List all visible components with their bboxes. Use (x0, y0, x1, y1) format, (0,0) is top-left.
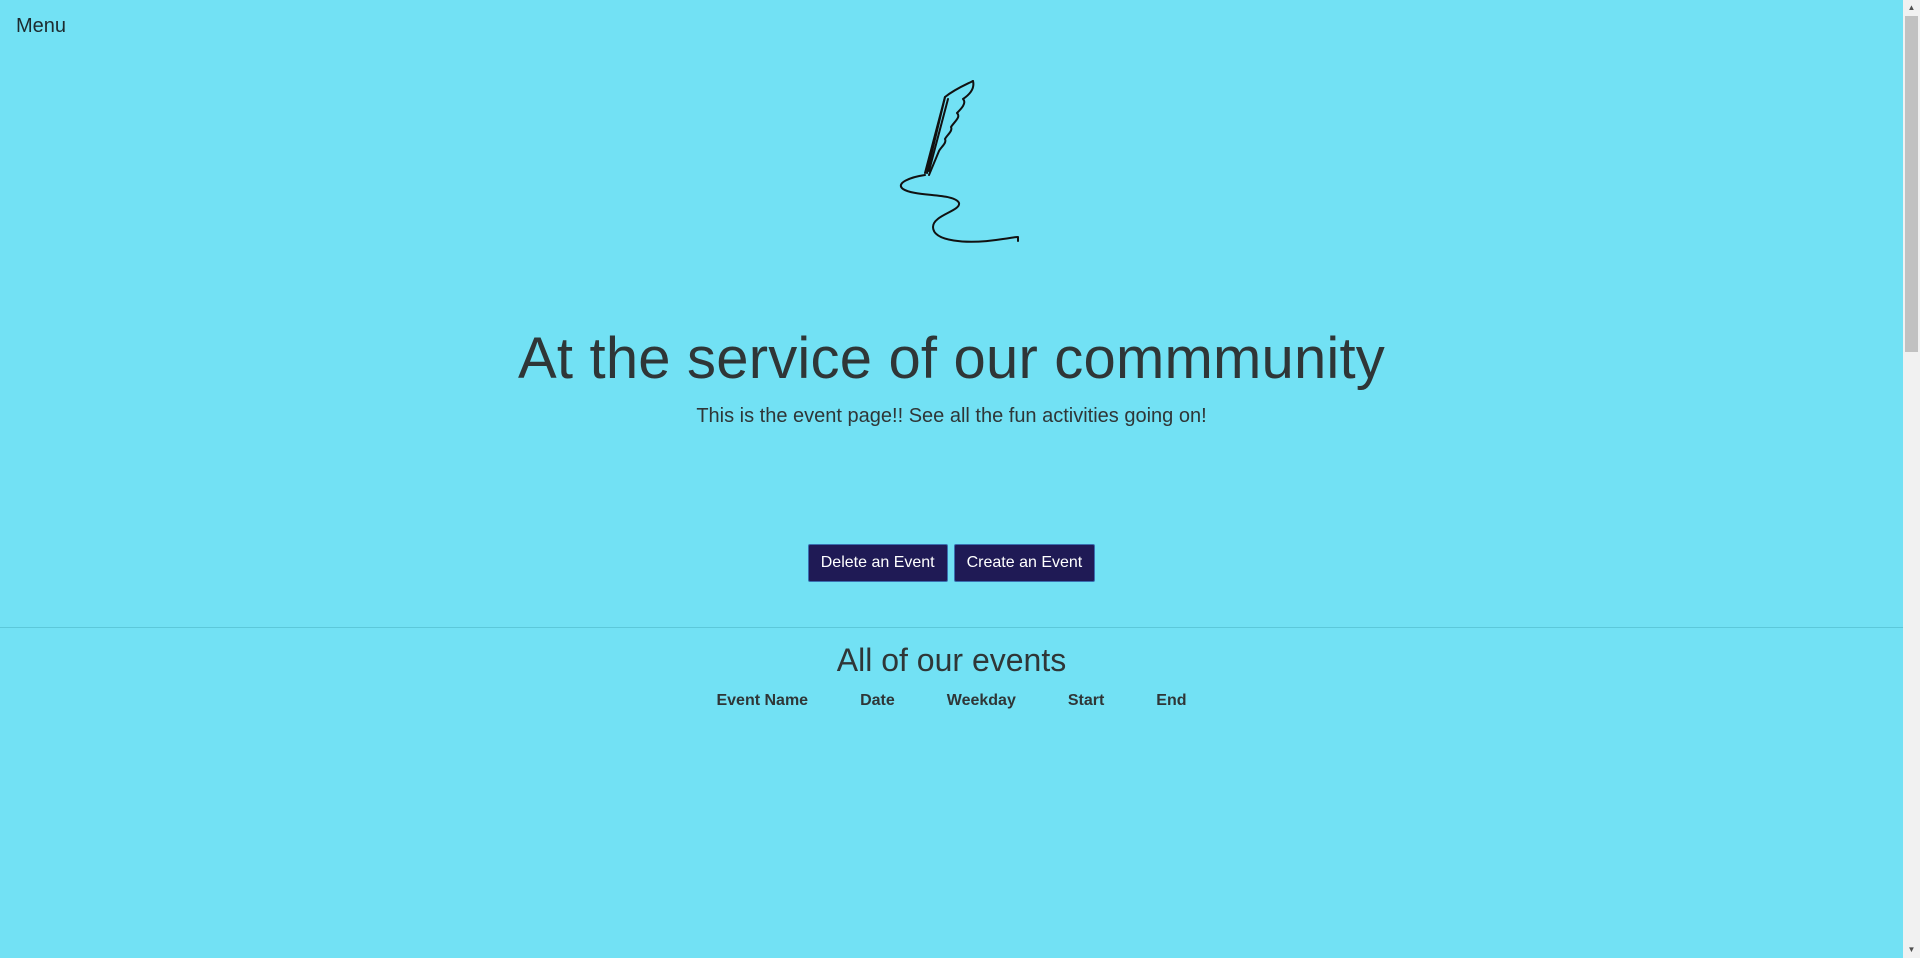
hero-title: At the service of our commmunity (517, 326, 1386, 391)
scroll-down-arrow-icon[interactable]: ▼ (1903, 942, 1920, 958)
page: Menu At the service of our commmunity Th… (0, 0, 1903, 958)
column-header-start: Start (1067, 692, 1105, 709)
events-table: Event Name Date Weekday Start End (690, 692, 1212, 710)
events-section-title: All of our events (836, 642, 1067, 678)
vertical-scrollbar[interactable]: ▲ ▼ (1903, 0, 1920, 958)
column-header-event-name: Event Name (716, 692, 809, 709)
section-divider (0, 627, 1903, 628)
scrollbar-thumb[interactable] (1905, 16, 1918, 352)
quill-pen-icon (900, 80, 1019, 243)
events-table-wrapper: Event Name Date Weekday Start End (0, 692, 1903, 710)
column-header-end: End (1156, 692, 1187, 709)
menu-link[interactable]: Menu (16, 15, 66, 38)
create-event-button[interactable]: Create an Event (953, 544, 1096, 582)
events-table-header-row: Event Name Date Weekday Start End (690, 692, 1212, 710)
hero-subtitle: This is the event page!! See all the fun… (696, 405, 1207, 427)
delete-event-button[interactable]: Delete an Event (807, 544, 948, 582)
column-header-date: Date (860, 692, 895, 709)
scroll-up-arrow-icon[interactable]: ▲ (1903, 0, 1920, 16)
column-header-weekday: Weekday (946, 692, 1016, 709)
action-buttons: Delete an Event Create an Event (0, 544, 1903, 582)
